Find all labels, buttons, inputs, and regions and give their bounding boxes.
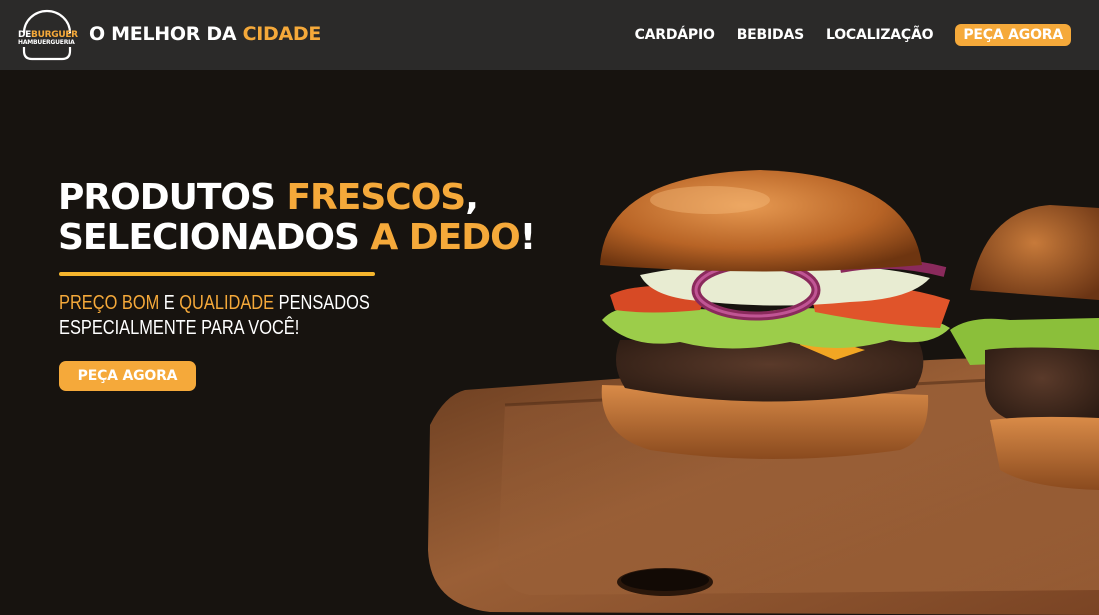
hero-title-highlight: FRESCOS <box>286 177 466 218</box>
subtitle-text: PENSADOS <box>274 292 370 314</box>
hero-order-button[interactable]: PEÇA AGORA <box>59 361 196 391</box>
hero-title-text: SELECIONADOS <box>58 217 371 258</box>
nav-link-localizacao[interactable]: LOCALIZAÇÃO <box>826 27 934 43</box>
brand-logo[interactable]: DEBURGUER HAMBUERGUERIA <box>18 7 78 62</box>
site-header: DEBURGUER HAMBUERGUERIA O MELHOR DA CIDA… <box>0 0 1099 70</box>
hero-title: PRODUTOS FRESCOS, SELECIONADOS A DEDO! <box>58 177 536 258</box>
logo-subtext: HAMBUERGUERIA <box>18 39 75 46</box>
hero-subtitle: PREÇO BOM E QUALIDADE PENSADOS ESPECIALM… <box>59 291 370 341</box>
main-nav: CARDÁPIO BEBIDAS LOCALIZAÇÃO PEÇA AGORA <box>613 24 1071 46</box>
tagline-text: O MELHOR DA <box>89 23 243 45</box>
nav-link-cardapio[interactable]: CARDÁPIO <box>635 27 715 43</box>
subtitle-text: E <box>159 292 180 314</box>
subtitle-text: ESPECIALMENTE PARA VOCÊ! <box>59 317 300 339</box>
nav-order-button[interactable]: PEÇA AGORA <box>955 24 1071 46</box>
subtitle-highlight: QUALIDADE <box>179 292 275 314</box>
title-underline-divider <box>59 272 375 276</box>
header-tagline: O MELHOR DA CIDADE <box>89 23 321 45</box>
tagline-highlight: CIDADE <box>242 23 322 45</box>
hero-title-highlight: A DEDO <box>370 217 520 258</box>
hero-title-punct: ! <box>519 217 536 258</box>
nav-link-bebidas[interactable]: BEBIDAS <box>737 27 804 43</box>
hero-title-text: PRODUTOS <box>58 177 287 218</box>
subtitle-highlight: PREÇO BOM <box>59 292 160 314</box>
landing-page: DEBURGUER HAMBUERGUERIA O MELHOR DA CIDA… <box>0 0 1099 615</box>
hero-title-punct: , <box>465 177 479 218</box>
